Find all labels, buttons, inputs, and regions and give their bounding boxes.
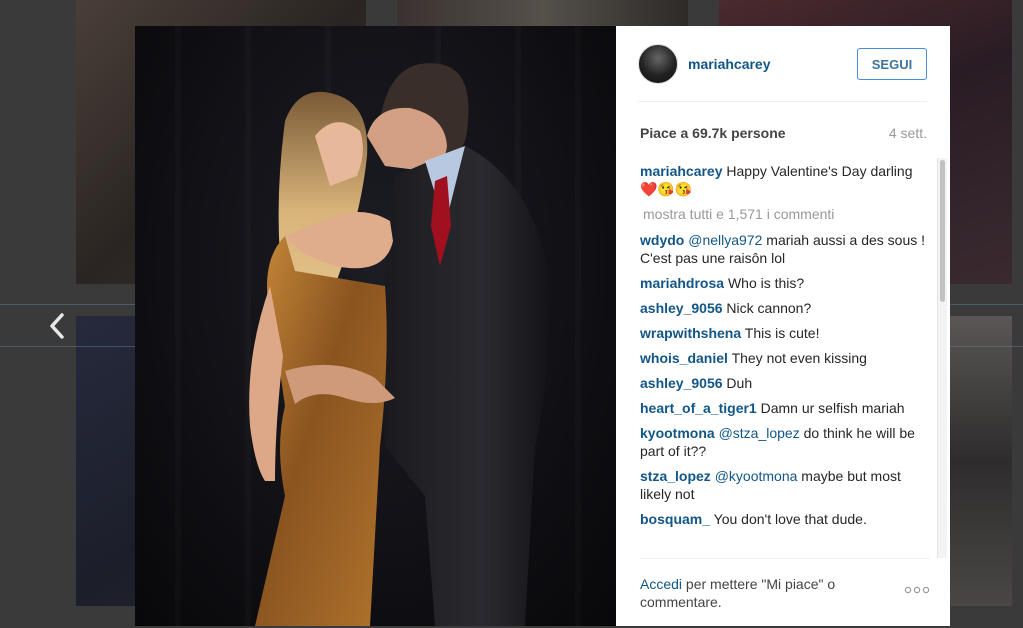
comment-item: ashley_9056 Nick cannon? [640,299,930,317]
feed-thumbnail[interactable] [945,316,1012,606]
comment-item: ashley_9056 Duh [640,374,930,392]
comment-username[interactable]: bosquam_ [640,511,710,527]
photo-content [249,63,549,626]
comment-username[interactable]: heart_of_a_tiger1 [640,400,757,416]
comment-username[interactable]: kyootmona [640,425,715,441]
comment-mention[interactable]: @nellya972 [688,232,762,248]
comment-text: Duh [726,375,753,391]
comment-username[interactable]: whois_daniel [640,350,728,366]
post-timestamp[interactable]: 4 sett. [889,125,927,141]
comment-text: You don't love that dude. [713,511,867,527]
comment-text: This is cute! [744,325,820,341]
comment-username[interactable]: stza_lopez [640,468,711,484]
comment-mention[interactable]: @stza_lopez [719,425,800,441]
follow-button[interactable]: SEGUI [857,48,927,80]
scrollbar-thumb[interactable] [940,160,945,302]
comment-container: wdydo @nellya972 mariah aussi a des sous… [640,231,930,528]
comment-item: mariahdrosa Who is this? [640,274,930,292]
post-header: mariahcarey SEGUI [638,44,927,102]
post-details-panel: mariahcarey SEGUI Piace a 69.7k persone … [616,26,950,626]
comment-username[interactable]: ashley_9056 [640,300,723,316]
previous-post-button[interactable] [44,311,70,341]
caption: mariahcarey Happy Valentine's Day darlin… [640,162,930,198]
chevron-left-icon [50,313,64,339]
comment-item: heart_of_a_tiger1 Damn ur selfish mariah [640,399,930,417]
caption-username[interactable]: mariahcarey [640,163,723,179]
likes-row: Piace a 69.7k persone 4 sett. [640,125,927,145]
login-link[interactable]: Accedi [640,576,682,592]
comment-username[interactable]: mariahdrosa [640,275,724,291]
comment-item: wrapwithshena This is cute! [640,324,930,342]
comment-item: bosquam_ You don't love that dude. [640,510,930,528]
comments-scrollbar[interactable] [937,158,947,558]
comment-item: wdydo @nellya972 mariah aussi a des sous… [640,231,930,267]
comment-username[interactable]: wdydo [640,232,684,248]
comment-text: Nick cannon? [726,300,812,316]
login-prompt: Accedi per mettere "Mi piace" o commenta… [640,575,870,611]
comment-item: stza_lopez @kyootmona maybe but most lik… [640,467,930,503]
comment-item: whois_daniel They not even kissing [640,349,930,367]
comment-text: Who is this? [727,275,805,291]
comment-item: kyootmona @stza_lopez do think he will b… [640,424,930,460]
comment-mention[interactable]: @kyootmona [715,468,798,484]
show-all-comments-link[interactable]: mostra tutti e 1,571 i commenti [643,205,930,223]
post-footer: Accedi per mettere "Mi piace" o commenta… [640,558,930,626]
likes-count[interactable]: Piace a 69.7k persone [640,125,786,141]
comment-username[interactable]: wrapwithshena [640,325,741,341]
post-author-username[interactable]: mariahcarey [688,56,771,72]
more-options-icon[interactable] [904,585,930,595]
comments-list[interactable]: mariahcarey Happy Valentine's Day darlin… [640,162,930,556]
feed-thumbnail[interactable] [397,0,688,26]
comment-text: They not even kissing [731,350,867,366]
post-photo[interactable] [135,26,616,626]
comment-username[interactable]: ashley_9056 [640,375,723,391]
comment-text: Damn ur selfish mariah [760,400,905,416]
avatar[interactable] [638,44,678,84]
